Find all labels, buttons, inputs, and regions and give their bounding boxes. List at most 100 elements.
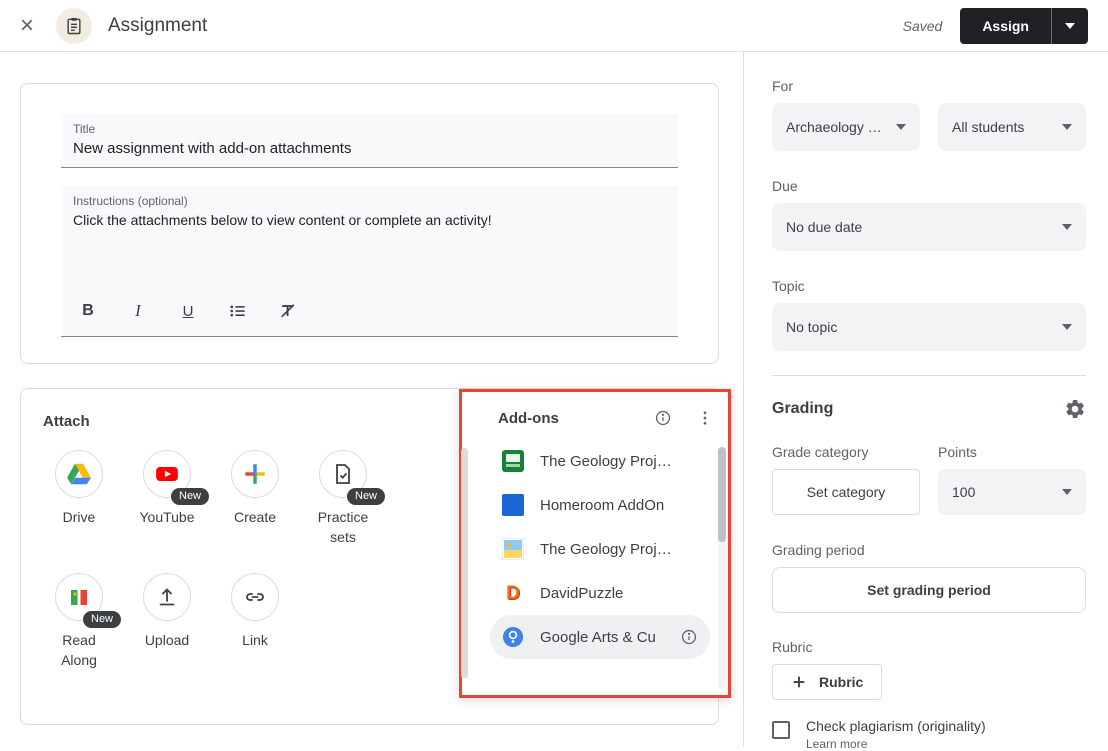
addons-scrollbar[interactable] <box>718 447 726 689</box>
underline-icon[interactable]: U <box>177 300 199 322</box>
addon-item-arts-culture[interactable]: Google Arts & Cu <box>490 615 710 659</box>
set-category-select[interactable]: Set category <box>772 469 920 515</box>
more-options-icon[interactable] <box>696 409 714 427</box>
homeroom-icon <box>502 494 524 516</box>
topic-label: Topic <box>772 278 1086 294</box>
italic-icon[interactable]: I <box>127 300 149 322</box>
attach-item-label: Read Along <box>43 631 115 670</box>
instructions-label: Instructions (optional) <box>73 194 666 208</box>
attach-item-label: Practice sets <box>307 508 379 547</box>
topic-dropdown[interactable]: No topic <box>772 303 1086 351</box>
instructions-field[interactable]: Instructions (optional) Click the attach… <box>61 186 678 337</box>
attach-item-label: YouTube <box>139 508 194 528</box>
attach-item-youtube[interactable]: New YouTube <box>123 450 211 547</box>
plagiarism-label: Check plagiarism (originality) <box>806 718 986 734</box>
plagiarism-checkbox[interactable] <box>772 721 790 739</box>
geology-photo-icon <box>502 538 524 560</box>
attach-item-create[interactable]: Create <box>211 450 299 547</box>
rubric-button-label: Rubric <box>819 674 863 690</box>
info-icon[interactable] <box>654 409 672 427</box>
drive-icon[interactable] <box>55 450 103 498</box>
due-label: Due <box>772 178 1086 194</box>
addon-label: DavidPuzzle <box>540 585 623 602</box>
attach-item-practice-sets[interactable]: New Practice sets <box>299 450 387 547</box>
arts-culture-icon <box>502 626 524 648</box>
create-icon[interactable] <box>231 450 279 498</box>
addon-label: The Geology Proj… <box>540 453 672 470</box>
attach-item-label: Link <box>242 631 268 651</box>
due-date-dropdown[interactable]: No due date <box>772 203 1086 251</box>
settings-sidebar: For Archaeology … All students Due No du… <box>743 52 1108 747</box>
addon-label: The Geology Proj… <box>540 541 672 558</box>
addon-item-geology-2[interactable]: The Geology Proj… <box>490 527 710 571</box>
grading-heading: Grading <box>772 400 833 418</box>
attach-item-read-along[interactable]: New Read Along <box>35 573 123 670</box>
addons-title: Add-ons <box>498 410 559 427</box>
clear-formatting-icon[interactable] <box>277 300 299 322</box>
scrollbar-thumb[interactable] <box>718 447 726 542</box>
points-label: Points <box>938 444 1086 460</box>
set-category-value: Set category <box>807 484 886 500</box>
gear-icon[interactable] <box>1064 398 1086 420</box>
top-bar: × Assignment Saved Assign <box>0 0 1108 52</box>
set-grading-period-label: Set grading period <box>867 582 991 598</box>
topic-value: No topic <box>786 319 837 335</box>
class-dropdown-value: Archaeology … <box>786 119 882 135</box>
new-badge: New <box>83 611 121 628</box>
bold-icon[interactable]: B <box>77 300 99 322</box>
chevron-down-icon <box>1065 23 1075 29</box>
students-dropdown-value: All students <box>952 119 1024 135</box>
attach-item-link[interactable]: Link <box>211 573 299 670</box>
points-value: 100 <box>952 484 975 500</box>
plus-icon <box>791 674 807 690</box>
bulleted-list-icon[interactable] <box>227 300 249 322</box>
add-rubric-button[interactable]: Rubric <box>772 664 882 700</box>
attach-scrollbar[interactable] <box>461 448 468 678</box>
title-field[interactable]: Title New assignment with add-on attachm… <box>61 114 678 168</box>
addon-item-davidpuzzle[interactable]: D DavidPuzzle <box>490 571 710 615</box>
saved-status: Saved <box>903 18 943 34</box>
grading-period-label: Grading period <box>772 542 1086 558</box>
link-icon[interactable] <box>231 573 279 621</box>
rubric-label: Rubric <box>772 639 1086 655</box>
addon-item-homeroom[interactable]: Homeroom AddOn <box>490 483 710 527</box>
sidebar-divider <box>772 375 1086 376</box>
students-dropdown[interactable]: All students <box>938 103 1086 151</box>
assignment-form-card: Title New assignment with add-on attachm… <box>20 83 719 364</box>
for-label: For <box>772 78 1086 94</box>
addon-item-geology-1[interactable]: The Geology Proj… <box>490 439 710 483</box>
upload-icon[interactable] <box>143 573 191 621</box>
attach-item-upload[interactable]: Upload <box>123 573 211 670</box>
assign-button[interactable]: Assign <box>960 8 1051 44</box>
page-title: Assignment <box>108 15 207 37</box>
chevron-down-icon <box>1062 324 1072 330</box>
attach-item-label: Create <box>234 508 276 528</box>
addons-popup: Add-ons The Geology Proj… <box>459 389 731 698</box>
title-value: New assignment with add-on attachments <box>73 140 666 157</box>
davidpuzzle-icon: D <box>502 582 524 604</box>
chevron-down-icon <box>1062 224 1072 230</box>
chevron-down-icon <box>896 124 906 130</box>
learn-more-link[interactable]: Learn more <box>806 737 986 751</box>
chevron-down-icon <box>1062 124 1072 130</box>
chevron-down-icon <box>1062 489 1072 495</box>
assign-dropdown-button[interactable] <box>1051 8 1088 44</box>
set-grading-period-button[interactable]: Set grading period <box>772 567 1086 613</box>
points-dropdown[interactable]: 100 <box>938 469 1086 515</box>
new-badge: New <box>171 488 209 505</box>
class-dropdown[interactable]: Archaeology … <box>772 103 920 151</box>
assignment-icon <box>56 8 92 44</box>
due-date-value: No due date <box>786 219 862 235</box>
close-icon[interactable]: × <box>14 14 40 38</box>
attach-item-label: Upload <box>145 631 189 651</box>
title-label: Title <box>73 122 666 136</box>
addon-label: Google Arts & Cu <box>540 629 656 646</box>
geology-green-icon <box>502 450 524 472</box>
format-toolbar: B I U <box>73 290 666 336</box>
addon-label: Homeroom AddOn <box>540 497 664 514</box>
info-icon[interactable] <box>680 628 698 646</box>
grade-category-label: Grade category <box>772 444 920 460</box>
instructions-value: Click the attachments below to view cont… <box>73 212 666 290</box>
attach-item-drive[interactable]: Drive <box>35 450 123 547</box>
new-badge: New <box>347 488 385 505</box>
